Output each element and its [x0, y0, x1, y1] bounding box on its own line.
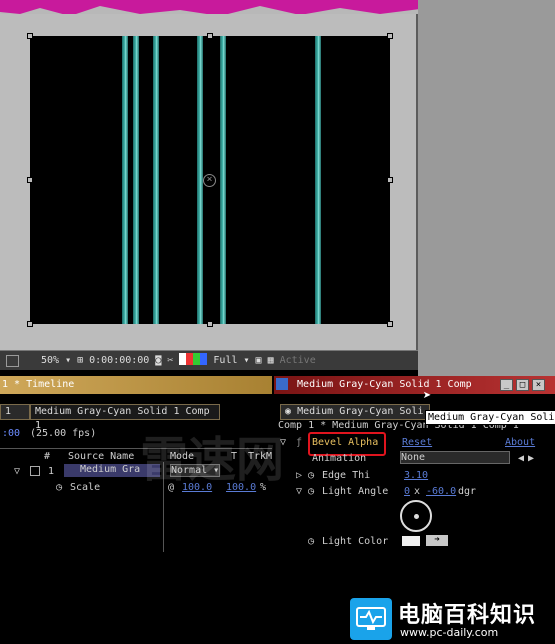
transform-handle[interactable] — [207, 321, 213, 327]
safe-zones-icon[interactable]: ⊞ — [77, 355, 83, 366]
composition-window: × — [0, 14, 418, 370]
composition-toolbar: 50% ▾ ⊞ 0:00:00:00 ◙ ✂ Full ▾ ▣ ▦ Active — [0, 350, 418, 370]
tooltip: Medium Gray-Cyan Solid — [425, 410, 555, 425]
transform-handle[interactable] — [387, 177, 393, 183]
column-hash: # — [44, 451, 51, 462]
zoom-select[interactable]: 50% — [41, 355, 59, 366]
layer-twirl-icon[interactable]: ▽ — [14, 466, 20, 477]
transform-handle[interactable] — [207, 33, 213, 39]
angle-dial-center-icon — [414, 514, 419, 519]
eyedropper-icon[interactable]: ➜ — [426, 535, 448, 546]
minimize-button[interactable]: _ — [500, 379, 513, 391]
timeline-titlebar[interactable]: 1 * Timeline — [0, 376, 272, 394]
cyan-bar — [315, 36, 321, 324]
reset-link[interactable]: Reset — [402, 437, 432, 448]
stopwatch-icon[interactable]: ◷ — [308, 486, 314, 497]
transform-handle[interactable] — [27, 321, 33, 327]
transparency-grid-icon[interactable]: ▦ — [268, 355, 274, 366]
light-angle-degrees[interactable]: -60.0 — [426, 486, 456, 497]
fx-icon[interactable]: ƒ — [296, 437, 302, 448]
window-app-icon — [276, 378, 288, 390]
resolution-select[interactable]: Full — [213, 355, 237, 366]
show-snapshot-icon[interactable]: ✂ — [167, 355, 173, 366]
cyan-bar — [153, 36, 159, 324]
maximize-button[interactable]: □ — [516, 379, 529, 391]
transform-handle[interactable] — [27, 177, 33, 183]
light-angle-x: x — [414, 486, 421, 497]
layer-number: 1 — [48, 466, 55, 477]
timeline-tab-num[interactable]: 1 — [0, 404, 30, 420]
watermark-title: 电脑百科知识 — [398, 603, 537, 628]
transform-handle[interactable] — [387, 321, 393, 327]
light-angle-rotations[interactable]: 0 — [404, 486, 410, 497]
watermark-url: www.pc-daily.com — [400, 626, 499, 639]
light-angle-label: Light Angle — [322, 486, 389, 497]
monitor-logo-icon — [350, 598, 392, 640]
mouse-cursor-icon: ➤ — [423, 388, 432, 404]
scale-label: Scale — [70, 482, 101, 493]
snapshot-icon[interactable]: ◙ — [155, 355, 161, 366]
expand-icon[interactable]: ▷ — [296, 470, 302, 481]
light-angle-unit: dgr — [458, 486, 477, 497]
transform-handle[interactable] — [387, 33, 393, 39]
transform-handle[interactable] — [27, 33, 33, 39]
light-color-label: Light Color — [322, 536, 389, 547]
view-select[interactable]: Active — [280, 355, 316, 366]
channel-swatches[interactable] — [179, 353, 208, 368]
prev-keyframe-icon[interactable]: ◀ — [518, 453, 524, 464]
chevron-down-icon[interactable]: ▾ — [244, 355, 250, 366]
timecode[interactable]: 0:00:00:00 — [89, 355, 149, 366]
animation-value: None — [401, 452, 426, 463]
angle-dial[interactable] — [400, 500, 432, 532]
cyan-bar — [133, 36, 139, 324]
current-time[interactable]: :00 — [2, 428, 20, 439]
close-button[interactable]: × — [532, 379, 545, 391]
fps-label: (25.00 fps) — [30, 428, 97, 439]
chevron-down-icon[interactable]: ▾ — [65, 355, 71, 366]
anchor-point-icon[interactable]: × — [203, 174, 216, 187]
expand-icon[interactable]: ▽ — [296, 486, 302, 497]
watermark-overlay-text: 雷速网 — [140, 432, 285, 488]
effect-name[interactable]: Bevel Alpha — [312, 437, 378, 448]
animation-label: Animation — [312, 453, 367, 464]
tab-label: Medium Gray-Cyan Soli — [297, 406, 424, 417]
edge-thickness-value[interactable]: 3.10 — [404, 470, 428, 481]
effect-tab-icon: ◉ — [285, 406, 292, 417]
stopwatch-icon[interactable]: ◷ — [56, 482, 62, 493]
about-link[interactable]: About — [505, 437, 535, 448]
layer-lock-checkbox[interactable] — [30, 466, 40, 476]
region-of-interest-icon[interactable]: ▣ — [256, 355, 262, 366]
stopwatch-icon[interactable]: ◷ — [308, 470, 314, 481]
tab-comp[interactable]: Medium Gray-Cyan Solid 1 Comp 1 — [30, 404, 220, 431]
cyan-bar — [122, 36, 128, 324]
stopwatch-icon[interactable]: ◷ — [308, 536, 314, 547]
edge-thickness-label: Edge Thi — [322, 470, 371, 481]
composition-canvas[interactable]: × — [30, 36, 390, 324]
window-title: Medium Gray-Cyan Solid 1 Comp — [297, 379, 472, 390]
cyan-bar — [220, 36, 226, 324]
next-keyframe-icon[interactable]: ▶ — [528, 453, 534, 464]
column-source-name[interactable]: Source Name — [68, 451, 134, 462]
window-title: 1 * Timeline — [2, 379, 75, 390]
tab-effect-layer[interactable]: ◉ Medium Gray-Cyan Soli — [280, 404, 430, 420]
window-menu-icon[interactable] — [6, 354, 19, 367]
effect-controls-window: Medium Gray-Cyan Solid 1 Comp _ □ × ◉ Me… — [274, 376, 555, 552]
light-color-swatch[interactable] — [402, 536, 420, 546]
desktop-background — [418, 0, 555, 376]
animation-select[interactable]: None — [400, 451, 510, 464]
